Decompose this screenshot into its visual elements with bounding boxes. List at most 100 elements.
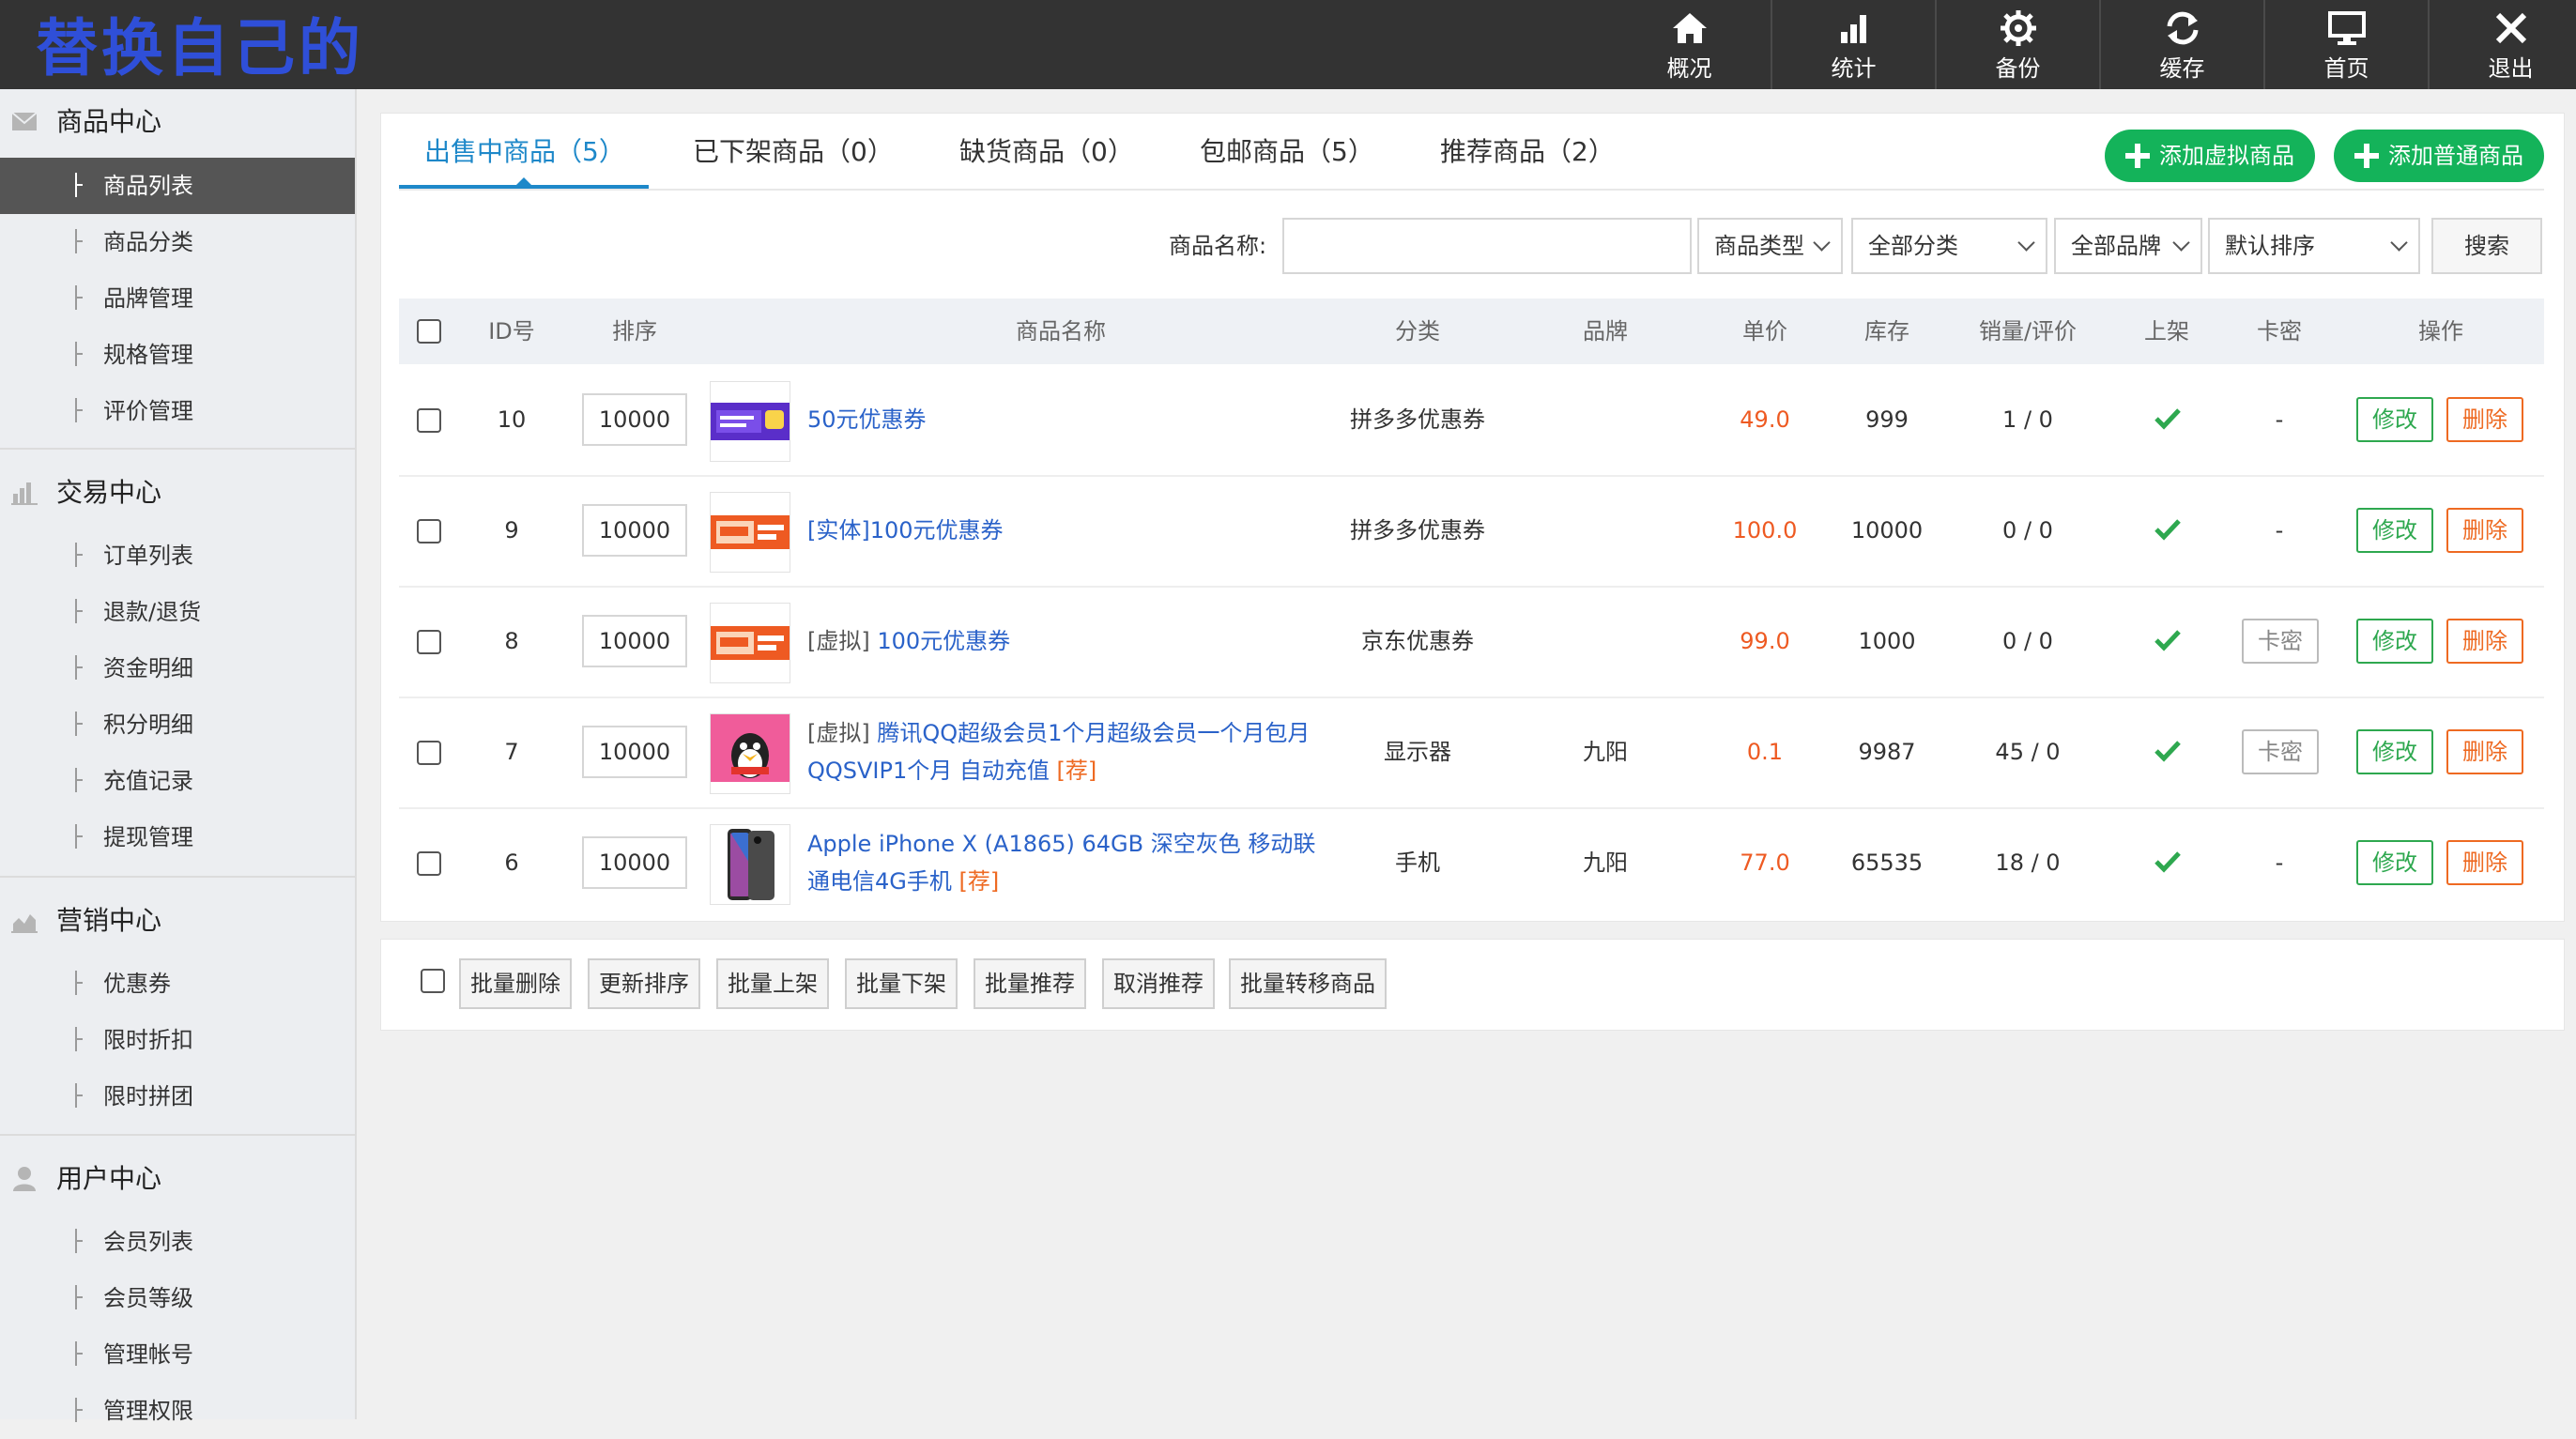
sidebar-item-goods-list[interactable]: 商品列表 — [0, 158, 355, 214]
sidebar-divider — [0, 1134, 355, 1136]
row-sort-input[interactable] — [582, 726, 687, 778]
row-sort-input[interactable] — [582, 504, 687, 557]
product-name[interactable]: 50元优惠券 — [807, 401, 1333, 438]
row-checkbox[interactable] — [417, 519, 441, 543]
batch-recommend-button[interactable]: 批量推荐 — [974, 958, 1086, 1009]
card-key-button[interactable]: 卡密 — [2242, 619, 2319, 664]
row-sort-input[interactable] — [582, 836, 687, 889]
edit-button[interactable]: 修改 — [2356, 508, 2433, 553]
row-checkbox[interactable] — [417, 408, 441, 433]
goods-name-input[interactable] — [1282, 218, 1692, 274]
product-thumbnail[interactable] — [710, 824, 790, 905]
sidebar-item-member-level[interactable]: 会员等级 — [0, 1270, 355, 1326]
sidebar-item-refunds[interactable]: 退款/退货 — [0, 584, 355, 640]
sidebar-item-admin-accounts[interactable]: 管理帐号 — [0, 1326, 355, 1383]
edit-button[interactable]: 修改 — [2356, 729, 2433, 774]
category-select[interactable]: 全部分类 — [1851, 218, 2047, 274]
product-name-link[interactable]: 50元优惠券 — [807, 406, 927, 433]
sidebar-item-goods-category[interactable]: 商品分类 — [0, 214, 355, 270]
tab-on-sale[interactable]: 出售中商品（5） — [424, 135, 625, 169]
goods-type-select[interactable]: 商品类型 — [1697, 218, 1843, 274]
row-sales: 0 / 0 — [2002, 517, 2053, 543]
nav-backup[interactable]: 备份 — [1937, 0, 2099, 89]
row-sort-input[interactable] — [582, 615, 687, 667]
batch-select-checkbox[interactable] — [421, 969, 445, 993]
brand-logo[interactable]: 替换自己的 — [36, 11, 364, 86]
sort-select[interactable]: 默认排序 — [2208, 218, 2420, 274]
sidebar-item-members[interactable]: 会员列表 — [0, 1214, 355, 1270]
delete-button[interactable]: 删除 — [2446, 729, 2523, 774]
tree-line — [75, 543, 83, 567]
nav-stats[interactable]: 统计 — [1772, 0, 1935, 89]
sidebar-item-label: 商品列表 — [103, 173, 193, 199]
sidebar-item-recharge[interactable]: 充值记录 — [0, 753, 355, 809]
sidebar-section-goods[interactable]: 商品中心 — [0, 89, 355, 155]
sidebar-section-marketing[interactable]: 营销中心 — [0, 888, 355, 954]
on-shelf-check-icon[interactable] — [2154, 628, 2182, 652]
product-thumbnail[interactable] — [710, 492, 790, 573]
tab-free-shipping[interactable]: 包邮商品（5） — [1200, 135, 1374, 169]
sidebar-item-funds[interactable]: 资金明细 — [0, 640, 355, 697]
update-sort-button[interactable]: 更新排序 — [588, 958, 700, 1009]
edit-button[interactable]: 修改 — [2356, 397, 2433, 442]
on-shelf-check-icon[interactable] — [2154, 850, 2182, 874]
product-name[interactable]: [虚拟] 100元优惠券 — [807, 622, 1333, 660]
row-checkbox[interactable] — [417, 630, 441, 654]
nav-cache[interactable]: 缓存 — [2101, 0, 2263, 89]
sidebar-item-coupons[interactable]: 优惠券 — [0, 956, 355, 1012]
sidebar-item-review[interactable]: 评价管理 — [0, 383, 355, 439]
on-shelf-check-icon[interactable] — [2154, 517, 2182, 542]
edit-button[interactable]: 修改 — [2356, 840, 2433, 885]
delete-button[interactable]: 删除 — [2446, 397, 2523, 442]
product-name-link[interactable]: 100元优惠券 — [877, 628, 1010, 654]
tab-off-shelf[interactable]: 已下架商品（0） — [693, 135, 894, 169]
product-name-link[interactable]: [实体]100元优惠券 — [807, 517, 1004, 543]
row-checkbox[interactable] — [417, 741, 441, 765]
product-thumbnail[interactable] — [710, 713, 790, 794]
product-name[interactable]: [实体]100元优惠券 — [807, 512, 1333, 549]
nav-overview[interactable]: 概况 — [1608, 0, 1771, 89]
col-header-category: 分类 — [1395, 318, 1440, 344]
batch-on-shelf-button[interactable]: 批量上架 — [716, 958, 829, 1009]
tab-recommended[interactable]: 推荐商品（2） — [1440, 135, 1615, 169]
search-button[interactable]: 搜索 — [2431, 218, 2542, 274]
on-shelf-check-icon[interactable] — [2154, 406, 2182, 431]
on-shelf-check-icon[interactable] — [2154, 739, 2182, 763]
nav-logout[interactable]: 退出 — [2430, 0, 2576, 89]
sidebar-item-spec[interactable]: 规格管理 — [0, 327, 355, 383]
row-sort-input[interactable] — [582, 393, 687, 446]
tab-out-of-stock[interactable]: 缺货商品（0） — [959, 135, 1134, 169]
sidebar-item-admin-permissions[interactable]: 管理权限 — [0, 1383, 355, 1439]
batch-transfer-button[interactable]: 批量转移商品 — [1229, 958, 1387, 1009]
batch-off-shelf-button[interactable]: 批量下架 — [845, 958, 958, 1009]
cancel-recommend-button[interactable]: 取消推荐 — [1102, 958, 1215, 1009]
nav-backup-label: 备份 — [1995, 55, 2041, 82]
delete-button[interactable]: 删除 — [2446, 840, 2523, 885]
product-name[interactable]: [虚拟] 腾讯QQ超级会员1个月超级会员一个月包月QQSVIP1个月 自动充值 … — [807, 714, 1333, 789]
select-all-checkbox[interactable] — [417, 319, 441, 344]
sidebar-item-label: 管理帐号 — [103, 1341, 193, 1368]
batch-delete-button[interactable]: 批量删除 — [459, 958, 572, 1009]
sidebar-section-trade[interactable]: 交易中心 — [0, 460, 355, 526]
sidebar-item-points[interactable]: 积分明细 — [0, 697, 355, 753]
add-normal-goods-button[interactable]: 添加普通商品 — [2334, 130, 2544, 182]
edit-button[interactable]: 修改 — [2356, 619, 2433, 664]
delete-button[interactable]: 删除 — [2446, 508, 2523, 553]
product-thumbnail[interactable] — [710, 603, 790, 683]
product-name[interactable]: Apple iPhone X (A1865) 64GB 深空灰色 移动联通电信4… — [807, 825, 1333, 900]
sidebar-item-flash-discount[interactable]: 限时折扣 — [0, 1012, 355, 1068]
sidebar-item-orders[interactable]: 订单列表 — [0, 528, 355, 584]
sidebar-item-brand[interactable]: 品牌管理 — [0, 270, 355, 327]
product-thumbnail[interactable] — [710, 381, 790, 462]
delete-button[interactable]: 删除 — [2446, 619, 2523, 664]
card-key-button[interactable]: 卡密 — [2242, 729, 2319, 774]
row-checkbox[interactable] — [417, 851, 441, 876]
sidebar-item-withdraw[interactable]: 提现管理 — [0, 809, 355, 865]
sidebar-item-group-buy[interactable]: 限时拼团 — [0, 1068, 355, 1125]
sidebar-section-users[interactable]: 用户中心 — [0, 1146, 355, 1212]
add-virtual-goods-button[interactable]: 添加虚拟商品 — [2105, 130, 2315, 182]
tree-line — [75, 599, 83, 623]
product-name-link[interactable]: Apple iPhone X (A1865) 64GB 深空灰色 移动联通电信4… — [807, 831, 1315, 895]
nav-home[interactable]: 首页 — [2265, 0, 2428, 89]
brand-select[interactable]: 全部品牌 — [2054, 218, 2202, 274]
